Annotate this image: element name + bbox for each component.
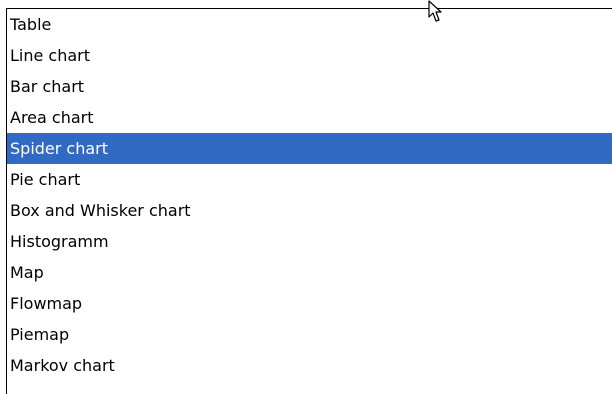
list-item-table[interactable]: Table [7, 9, 612, 40]
mouse-pointer-icon [428, 0, 442, 22]
list-item-box-and-whisker-chart[interactable]: Box and Whisker chart [7, 195, 612, 226]
list-item-bar-chart[interactable]: Bar chart [7, 71, 612, 102]
list-item-piemap[interactable]: Piemap [7, 319, 612, 350]
list-item-line-chart[interactable]: Line chart [7, 40, 612, 71]
list-item-spider-chart[interactable]: Spider chart [7, 133, 612, 164]
list-item-flowmap[interactable]: Flowmap [7, 288, 612, 319]
list-item-histogramm[interactable]: Histogramm [7, 226, 612, 257]
list-item-map[interactable]: Map [7, 257, 612, 288]
list-item-pie-chart[interactable]: Pie chart [7, 164, 612, 195]
chart-type-dropdown-list[interactable]: Table Line chart Bar chart Area chart Sp… [6, 8, 612, 394]
list-item-markov-chart[interactable]: Markov chart [7, 350, 612, 381]
list-item-area-chart[interactable]: Area chart [7, 102, 612, 133]
